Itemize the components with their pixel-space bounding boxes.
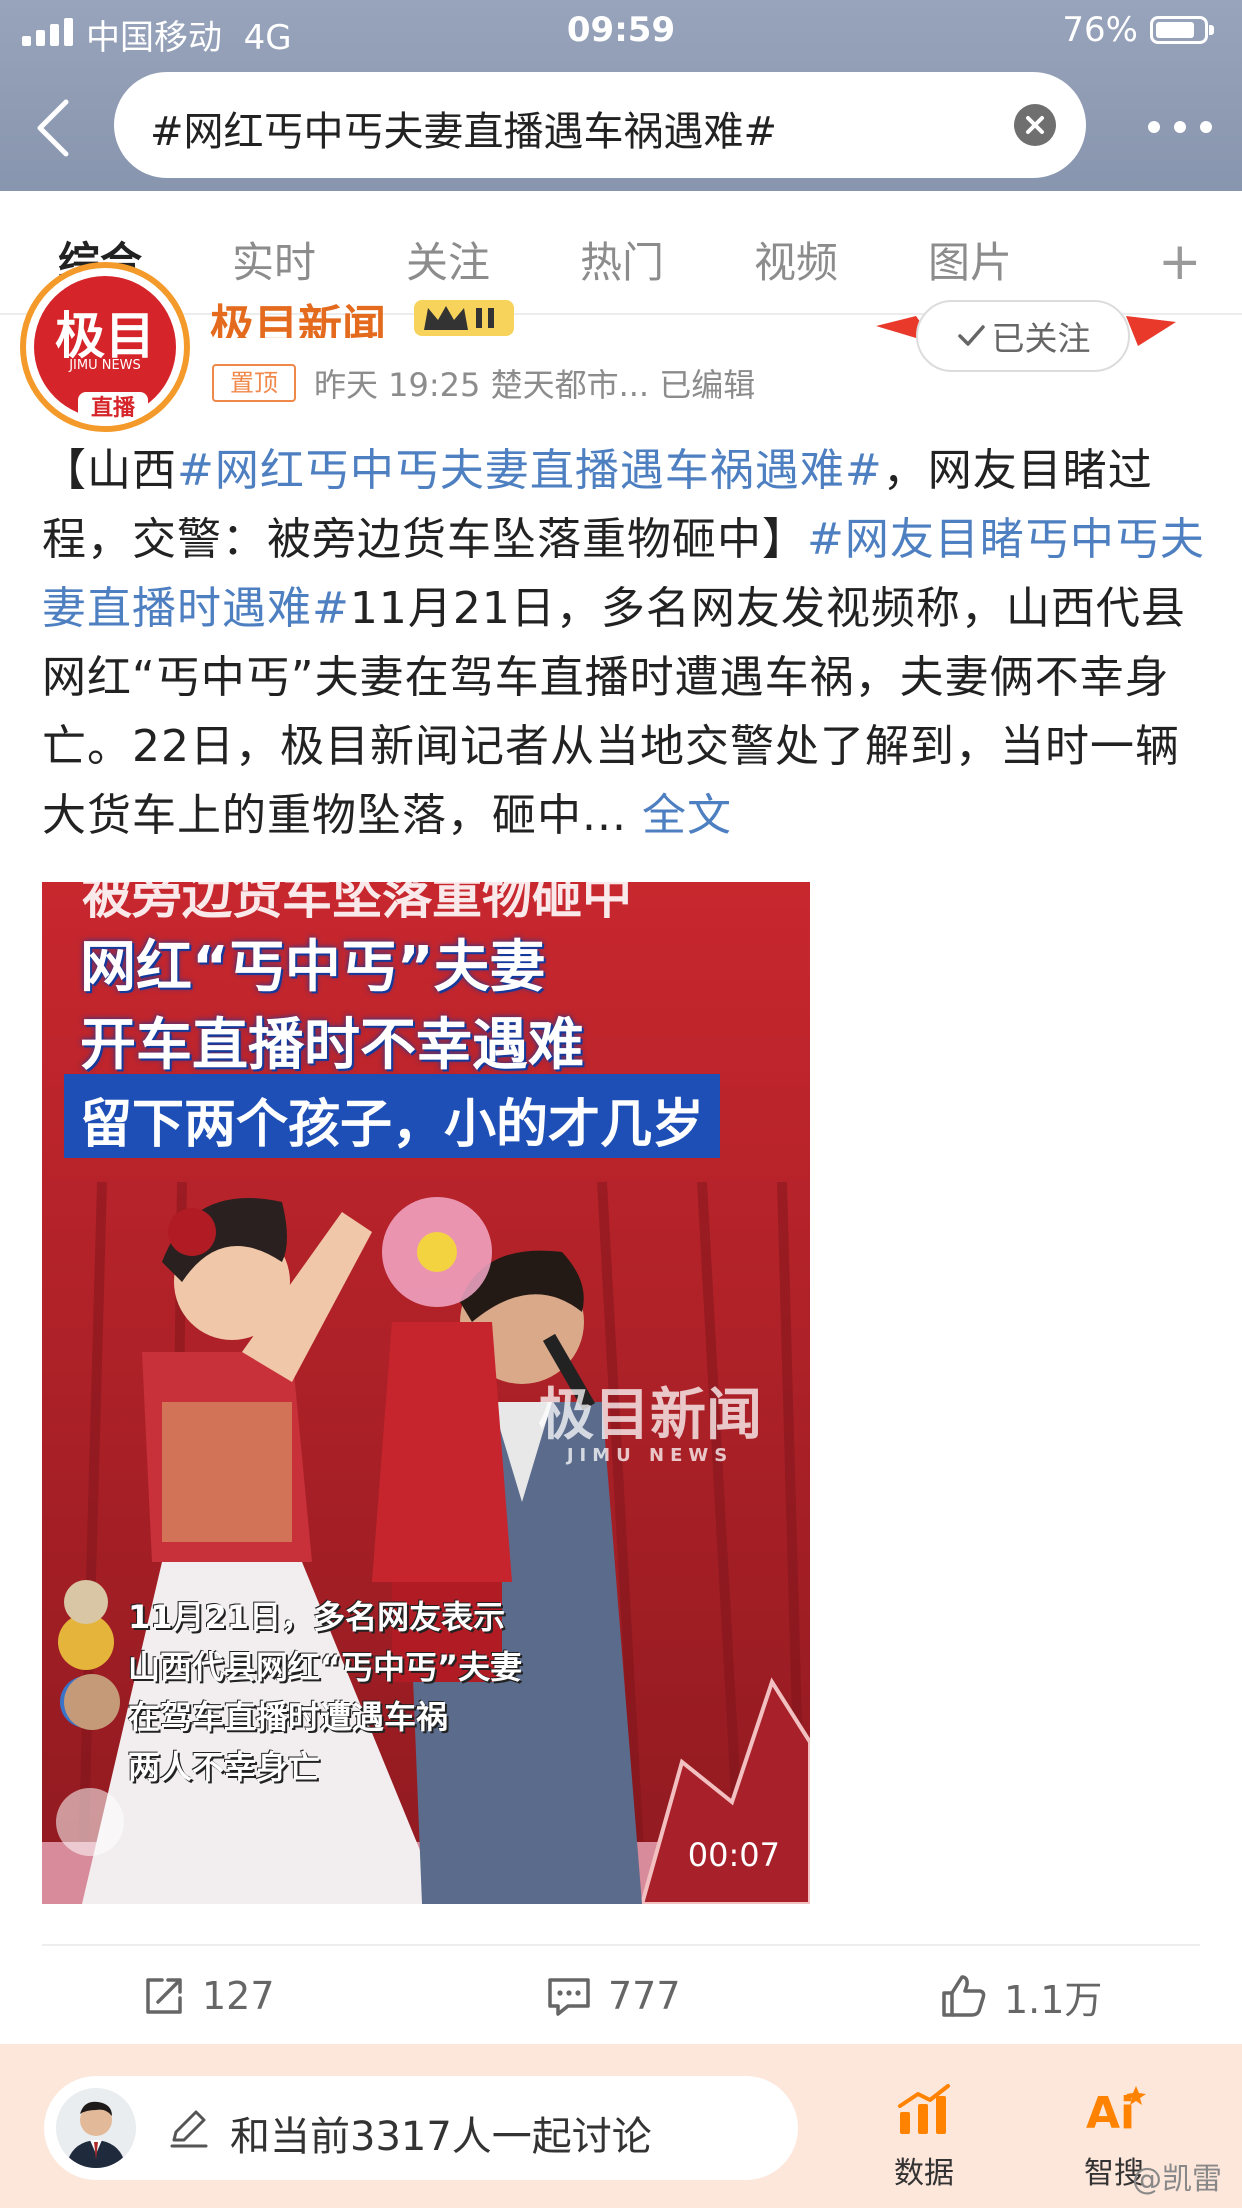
pencil-icon <box>170 2110 208 2148</box>
author-name[interactable]: 极目新闻 <box>210 290 386 338</box>
tab-video[interactable]: 视频 <box>754 229 838 290</box>
video-watermark: 极目新闻 JIMU NEWS <box>500 1370 800 1466</box>
more-options-button[interactable] <box>1148 112 1212 142</box>
vip-crown-icon <box>414 300 514 336</box>
author-avatar[interactable]: 极目 JIMU NEWS 直播 <box>20 262 190 432</box>
discussion-placeholder: 和当前3317人一起讨论 <box>230 2114 652 2160</box>
data-button[interactable]: 数据 <box>864 2082 984 2192</box>
back-button[interactable] <box>32 98 76 158</box>
comment-icon <box>548 1978 590 2016</box>
live-badge: 直播 <box>78 392 148 426</box>
clear-search-button[interactable] <box>1014 104 1056 146</box>
repost-button[interactable]: 127 <box>142 1968 275 2024</box>
watermark-subtext: JIMU NEWS <box>566 1445 734 1466</box>
post-text-part: 【山西 <box>42 445 177 496</box>
repost-count: 127 <box>202 1974 275 2018</box>
tab-images[interactable]: 图片 <box>928 229 1012 290</box>
add-tab-icon[interactable]: + <box>1158 232 1202 292</box>
chevron-left-icon <box>37 99 69 157</box>
video-subtitle: 两人不幸身亡 <box>128 1748 321 1786</box>
video-caption: 开车直播时不幸遇难 <box>80 1013 584 1078</box>
hashtag-link[interactable]: #网红丐中丐夫妻直播遇车祸遇难# <box>177 445 883 496</box>
tab-realtime[interactable]: 实时 <box>232 229 316 290</box>
user-avatar-image <box>56 2088 136 2168</box>
divider <box>42 1944 1200 1946</box>
full-text-link[interactable]: 全文 <box>642 790 732 841</box>
video-duration: 00:07 <box>687 1836 780 1874</box>
battery-icon <box>1150 16 1214 44</box>
top-bar: 中国移动 4G 09:59 76% #网红丐中丐夫妻直播遇车祸遇难# <box>0 0 1242 191</box>
comment-button[interactable]: 777 <box>546 1968 681 2024</box>
watermark-credit: @凯雷 <box>1132 2162 1222 2197</box>
share-icon <box>146 1978 182 2014</box>
bottom-bar: 和当前3317人一起讨论 数据 Ai 智搜 @凯雷 <box>0 2044 1242 2208</box>
like-count: 1.1万 <box>1004 1977 1103 2022</box>
post-text: 【山西#网红丐中丐夫妻直播遇车祸遇难#，网友目睹过程，交警：被旁边货车坠落重物砸… <box>42 436 1212 850</box>
dot-icon <box>1148 121 1160 133</box>
video-player[interactable]: 被旁边货车坠落重物砸中 网红“丐中丐”夫妻 开车直播时不幸遇难 留下两个孩子，小… <box>42 882 810 1904</box>
discussion-input[interactable]: 和当前3317人一起讨论 <box>44 2076 798 2180</box>
video-caption-highlight: 留下两个孩子，小的才几岁 <box>64 1074 721 1158</box>
status-time: 09:59 <box>566 10 676 50</box>
ai-search-icon: Ai <box>1086 2086 1146 2139</box>
follow-button[interactable]: 已关注 <box>916 300 1130 372</box>
dot-icon <box>1174 121 1186 133</box>
pinned-badge: 置顶 <box>212 364 296 402</box>
user-avatar <box>56 2088 136 2168</box>
avatar-logo-circle: 极目 JIMU NEWS 直播 <box>34 276 176 426</box>
post-meta: 昨天 19:25 楚天都市... 已编辑 <box>314 366 756 404</box>
data-chart-icon <box>898 2084 950 2134</box>
avatar-logo-subtext: JIMU NEWS <box>69 358 141 373</box>
checkmark-icon <box>957 325 985 346</box>
like-button[interactable]: 1.1万 <box>940 1968 1102 2024</box>
thumbs-up-icon <box>942 1975 986 2017</box>
video-caption: 网红“丐中丐”夫妻 <box>80 935 546 1000</box>
battery-percent: 76% <box>1062 10 1138 50</box>
dot-icon <box>1200 121 1212 133</box>
tab-bar: 综合 实时 关注 热门 视频 图片 <box>0 191 1242 315</box>
video-subtitle: 山西代县网红“丐中丐”夫妻 <box>128 1648 523 1686</box>
comment-count: 777 <box>608 1974 681 2018</box>
video-subtitle: 在驾车直播时遭遇车祸 <box>128 1698 449 1736</box>
status-bar: 中国移动 4G 09:59 76% <box>0 0 1242 62</box>
tab-hot[interactable]: 热门 <box>580 229 664 290</box>
watermark-text: 极目新闻 <box>538 1383 762 1448</box>
close-icon <box>1026 116 1044 134</box>
search-input[interactable]: #网红丐中丐夫妻直播遇车祸遇难# <box>114 72 1086 178</box>
svg-text:Ai: Ai <box>1086 2088 1135 2138</box>
follow-label: 已关注 <box>991 319 1091 358</box>
tab-following[interactable]: 关注 <box>406 229 490 290</box>
video-subtitle: 11月21日，多名网友表示 <box>128 1598 506 1636</box>
data-label: 数据 <box>894 2156 954 2191</box>
search-query[interactable]: #网红丐中丐夫妻直播遇车祸遇难# <box>150 99 777 157</box>
